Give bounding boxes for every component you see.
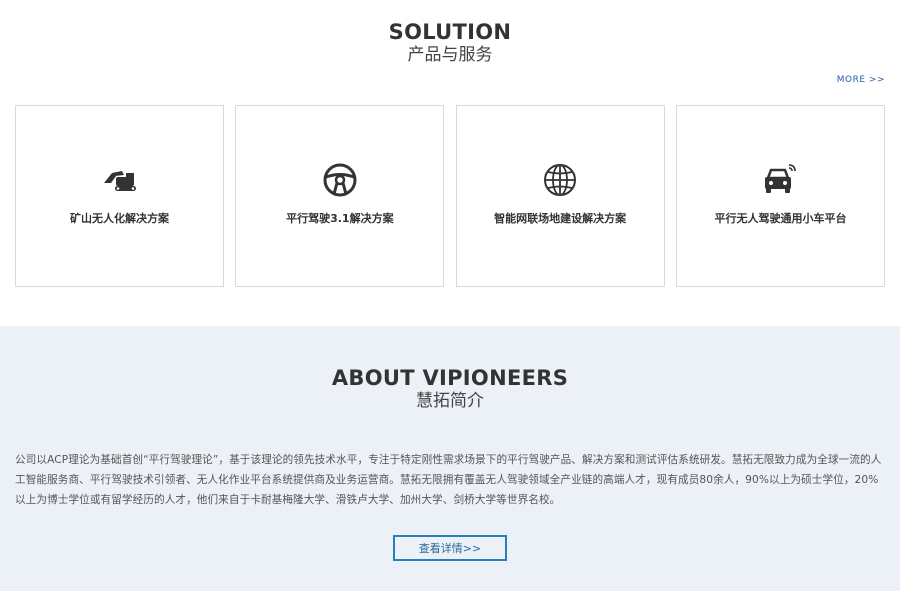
view-details-button[interactable]: 查看详情>>: [393, 535, 507, 561]
card-label: 平行驾驶3.1解决方案: [286, 212, 394, 225]
solution-title: SOLUTION: [388, 20, 512, 44]
solution-cards: 矿山无人化解决方案 平行驾驶3.1解决方案 智能网联场地建设解决方案 平行无人驾…: [15, 105, 885, 287]
card-label: 平行无人驾驶通用小车平台: [714, 212, 847, 225]
steering-wheel-icon: [322, 162, 358, 198]
more-link[interactable]: MORE >>: [837, 75, 885, 85]
about-section: ABOUT VIPIONEERS 慧拓简介 公司以ACP理论为基础首创“平行驾驶…: [0, 326, 900, 591]
globe-icon: [542, 162, 578, 198]
about-description: 公司以ACP理论为基础首创“平行驾驶理论”，基于该理论的领先技术水平，专注于特定…: [15, 454, 882, 506]
about-title: ABOUT VIPIONEERS: [331, 366, 569, 390]
card-mine-solution[interactable]: 矿山无人化解决方案: [15, 105, 224, 287]
card-label: 矿山无人化解决方案: [70, 212, 169, 225]
excavator-icon: [102, 162, 138, 198]
card-connected-site[interactable]: 智能网联场地建设解决方案: [455, 105, 665, 287]
card-label: 智能网联场地建设解决方案: [494, 212, 627, 225]
card-vehicle-platform[interactable]: 平行无人驾驶通用小车平台: [675, 105, 885, 287]
connected-car-icon: [762, 162, 798, 198]
card-parallel-driving[interactable]: 平行驾驶3.1解决方案: [235, 105, 445, 287]
solution-subtitle: 产品与服务: [407, 45, 493, 65]
solution-section: SOLUTION 产品与服务 MORE >> 矿山无人化解决方案 平行驾驶3.1…: [0, 0, 900, 326]
about-subtitle: 慧拓简介: [416, 391, 484, 411]
